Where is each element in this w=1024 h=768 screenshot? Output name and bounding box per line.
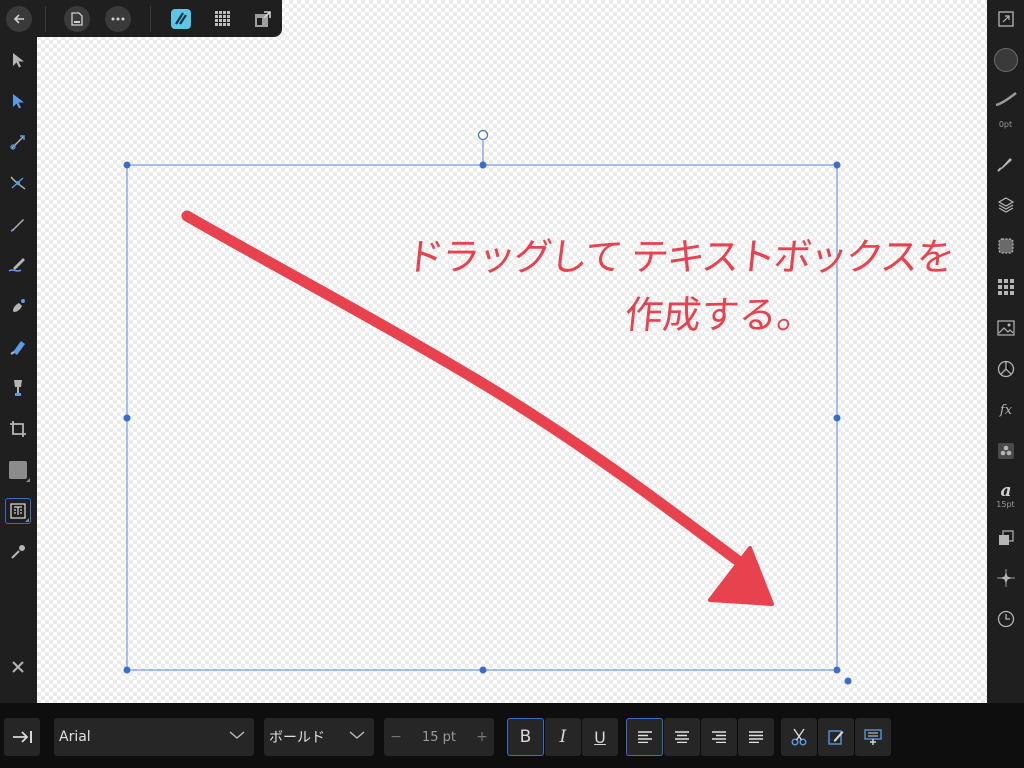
fullscreen-icon[interactable] (993, 6, 1019, 32)
layers-icon[interactable] (993, 192, 1019, 218)
history-icon[interactable] (993, 606, 1019, 632)
context-toolbar: Arial ボールド − 15 pt + B I U (0, 703, 1024, 768)
canvas[interactable]: ドラッグして テキストボックスを 作成する。 (37, 0, 987, 703)
underline-label: U (594, 727, 606, 747)
top-toolbar (0, 0, 282, 37)
font-size-increase-button[interactable]: + (470, 729, 494, 745)
text-size-label: 15pt (996, 500, 1015, 509)
font-size-decrease-button[interactable]: − (384, 729, 408, 745)
node-tool-icon[interactable] (5, 88, 31, 114)
document-icon[interactable] (64, 6, 90, 32)
font-weight-dropdown[interactable]: ボールド (264, 718, 374, 756)
tab-insert-icon[interactable] (4, 718, 40, 756)
italic-label: I (559, 727, 567, 747)
font-weight-value: ボールド (269, 730, 325, 746)
fill-color-swatch[interactable] (994, 48, 1018, 72)
transform-icon[interactable] (993, 356, 1019, 382)
rotate-handle (477, 129, 489, 141)
designer-persona-icon[interactable] (168, 6, 194, 32)
text-tool-icon[interactable] (5, 498, 31, 524)
canvas-overlay (123, 129, 852, 685)
align-center-icon[interactable] (664, 718, 700, 756)
align-left-icon[interactable] (626, 718, 663, 756)
color-picker-tool-icon[interactable] (5, 539, 31, 565)
pen-tool-icon[interactable] (5, 211, 31, 237)
export-persona-icon[interactable] (250, 6, 276, 32)
justify-icon[interactable] (738, 718, 774, 756)
font-size-value[interactable]: 15 pt (422, 730, 456, 745)
tools-panel (0, 37, 37, 703)
bold-label: B (519, 727, 532, 747)
more-icon[interactable] (105, 6, 131, 32)
chevron-down-icon (229, 731, 245, 739)
annotation-text: ドラッグして テキストボックスを 作成する。 (397, 228, 956, 344)
move-tool-icon[interactable] (5, 47, 31, 73)
insert-text-icon[interactable] (855, 718, 891, 756)
fx-icon[interactable]: fx (993, 397, 1019, 423)
font-size-stepper[interactable]: − 15 pt + (384, 718, 494, 756)
image-stock-icon[interactable] (993, 315, 1019, 341)
italic-button[interactable]: I (545, 718, 581, 756)
pencil-tool-icon[interactable] (5, 252, 31, 278)
annotation-line-1: ドラッグして テキストボックスを (403, 235, 956, 279)
shape-tool-icon[interactable] (5, 457, 31, 483)
fill-tool-icon[interactable] (5, 334, 31, 360)
font-family-value: Arial (59, 729, 91, 745)
back-arrow-icon[interactable] (6, 6, 32, 32)
swatches-grid-icon[interactable] (993, 274, 1019, 300)
studio-panel: 0pt fx a 15pt (987, 0, 1024, 703)
chevron-down-icon (349, 731, 365, 739)
vector-brush-tool-icon[interactable] (5, 293, 31, 319)
snapping-icon[interactable] (993, 565, 1019, 591)
transparency-tool-icon[interactable] (5, 375, 31, 401)
cut-icon[interactable] (781, 718, 817, 756)
selection-icon[interactable] (993, 233, 1019, 259)
arrange-icon[interactable] (993, 525, 1019, 551)
edit-text-icon[interactable] (818, 718, 854, 756)
assets-icon[interactable] (993, 438, 1019, 464)
pixel-persona-icon[interactable] (210, 6, 236, 32)
underline-button[interactable]: U (582, 718, 618, 756)
align-right-icon[interactable] (701, 718, 737, 756)
bold-button[interactable]: B (507, 718, 544, 756)
color-swatch-icon[interactable] (993, 47, 1019, 73)
stroke-size-label: 0pt (998, 120, 1013, 129)
crop-tool-icon[interactable] (5, 416, 31, 442)
brushes-icon[interactable] (993, 150, 1019, 176)
corner-tool-icon[interactable] (5, 129, 31, 155)
point-transform-tool-icon[interactable] (5, 170, 31, 196)
font-family-dropdown[interactable]: Arial (54, 718, 254, 756)
close-icon[interactable] (5, 654, 31, 680)
annotation-line-2: 作成する。 (622, 293, 818, 337)
stroke-icon[interactable] (993, 86, 1019, 112)
